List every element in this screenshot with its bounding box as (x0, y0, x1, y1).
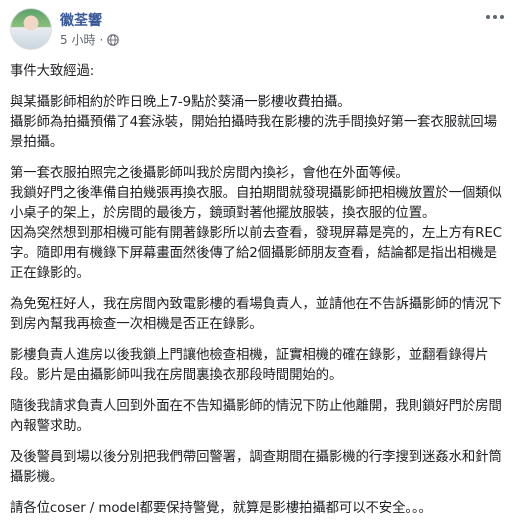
post-body: 事件大致經過: 與某攝影師相約於昨日晚上7-9點於葵涌一影樓收費拍攝。 攝影師為… (10, 62, 504, 530)
author-name[interactable]: 徽荃響 (60, 10, 102, 30)
post-paragraph: 與某攝影師相約於昨日晚上7-9點於葵涌一影樓收費拍攝。 攝影師為拍攝預備了4套泳… (10, 95, 497, 150)
meta-separator: · (99, 32, 104, 47)
post-paragraph: 為免冤枉好人，我在房間內致電影樓的看場負責人，並請他在不告訴攝影師的情況下到房內… (10, 297, 502, 332)
more-options-icon (486, 15, 490, 19)
more-options-dot (493, 15, 497, 19)
avatar[interactable] (10, 8, 52, 50)
post-paragraph: 事件大致經過: (10, 64, 95, 79)
more-options-dot (500, 15, 504, 19)
post-paragraph: 及後警員到場以後分別把我們帶回警署，調查期間在攝影機的行李搜到迷姦水和針筒攝影機… (10, 450, 502, 485)
post-paragraph: 請各位coser / model都要保持警覺，就算是影樓拍攝都可以不安全。。。 (10, 501, 432, 516)
post-timestamp[interactable]: 5 小時 (60, 31, 95, 48)
post-paragraph: 第一套衣服拍照完之後攝影師叫我於房間內換衫，會他在外面等候。 我鎖好門之後準備自… (10, 166, 502, 281)
post-paragraph: 影樓負責人進房以後我鎖上門讓他檢查相機，証實相機的確在錄影，並翻看錄得片段。影片… (10, 348, 489, 383)
post-meta: 5 小時 · (60, 31, 120, 48)
post-paragraph: 隨後我請求負責人回到外面在不告知攝影師的情況下防止他離開，我則鎖好門於房間內報警… (10, 399, 502, 434)
facebook-post: 徽荃響 5 小時 · 事件大致經過: 與某攝影師相約於昨日晚上7-9點於葵涌一影… (0, 0, 514, 519)
globe-icon (107, 33, 120, 46)
more-options-button[interactable] (484, 8, 506, 26)
